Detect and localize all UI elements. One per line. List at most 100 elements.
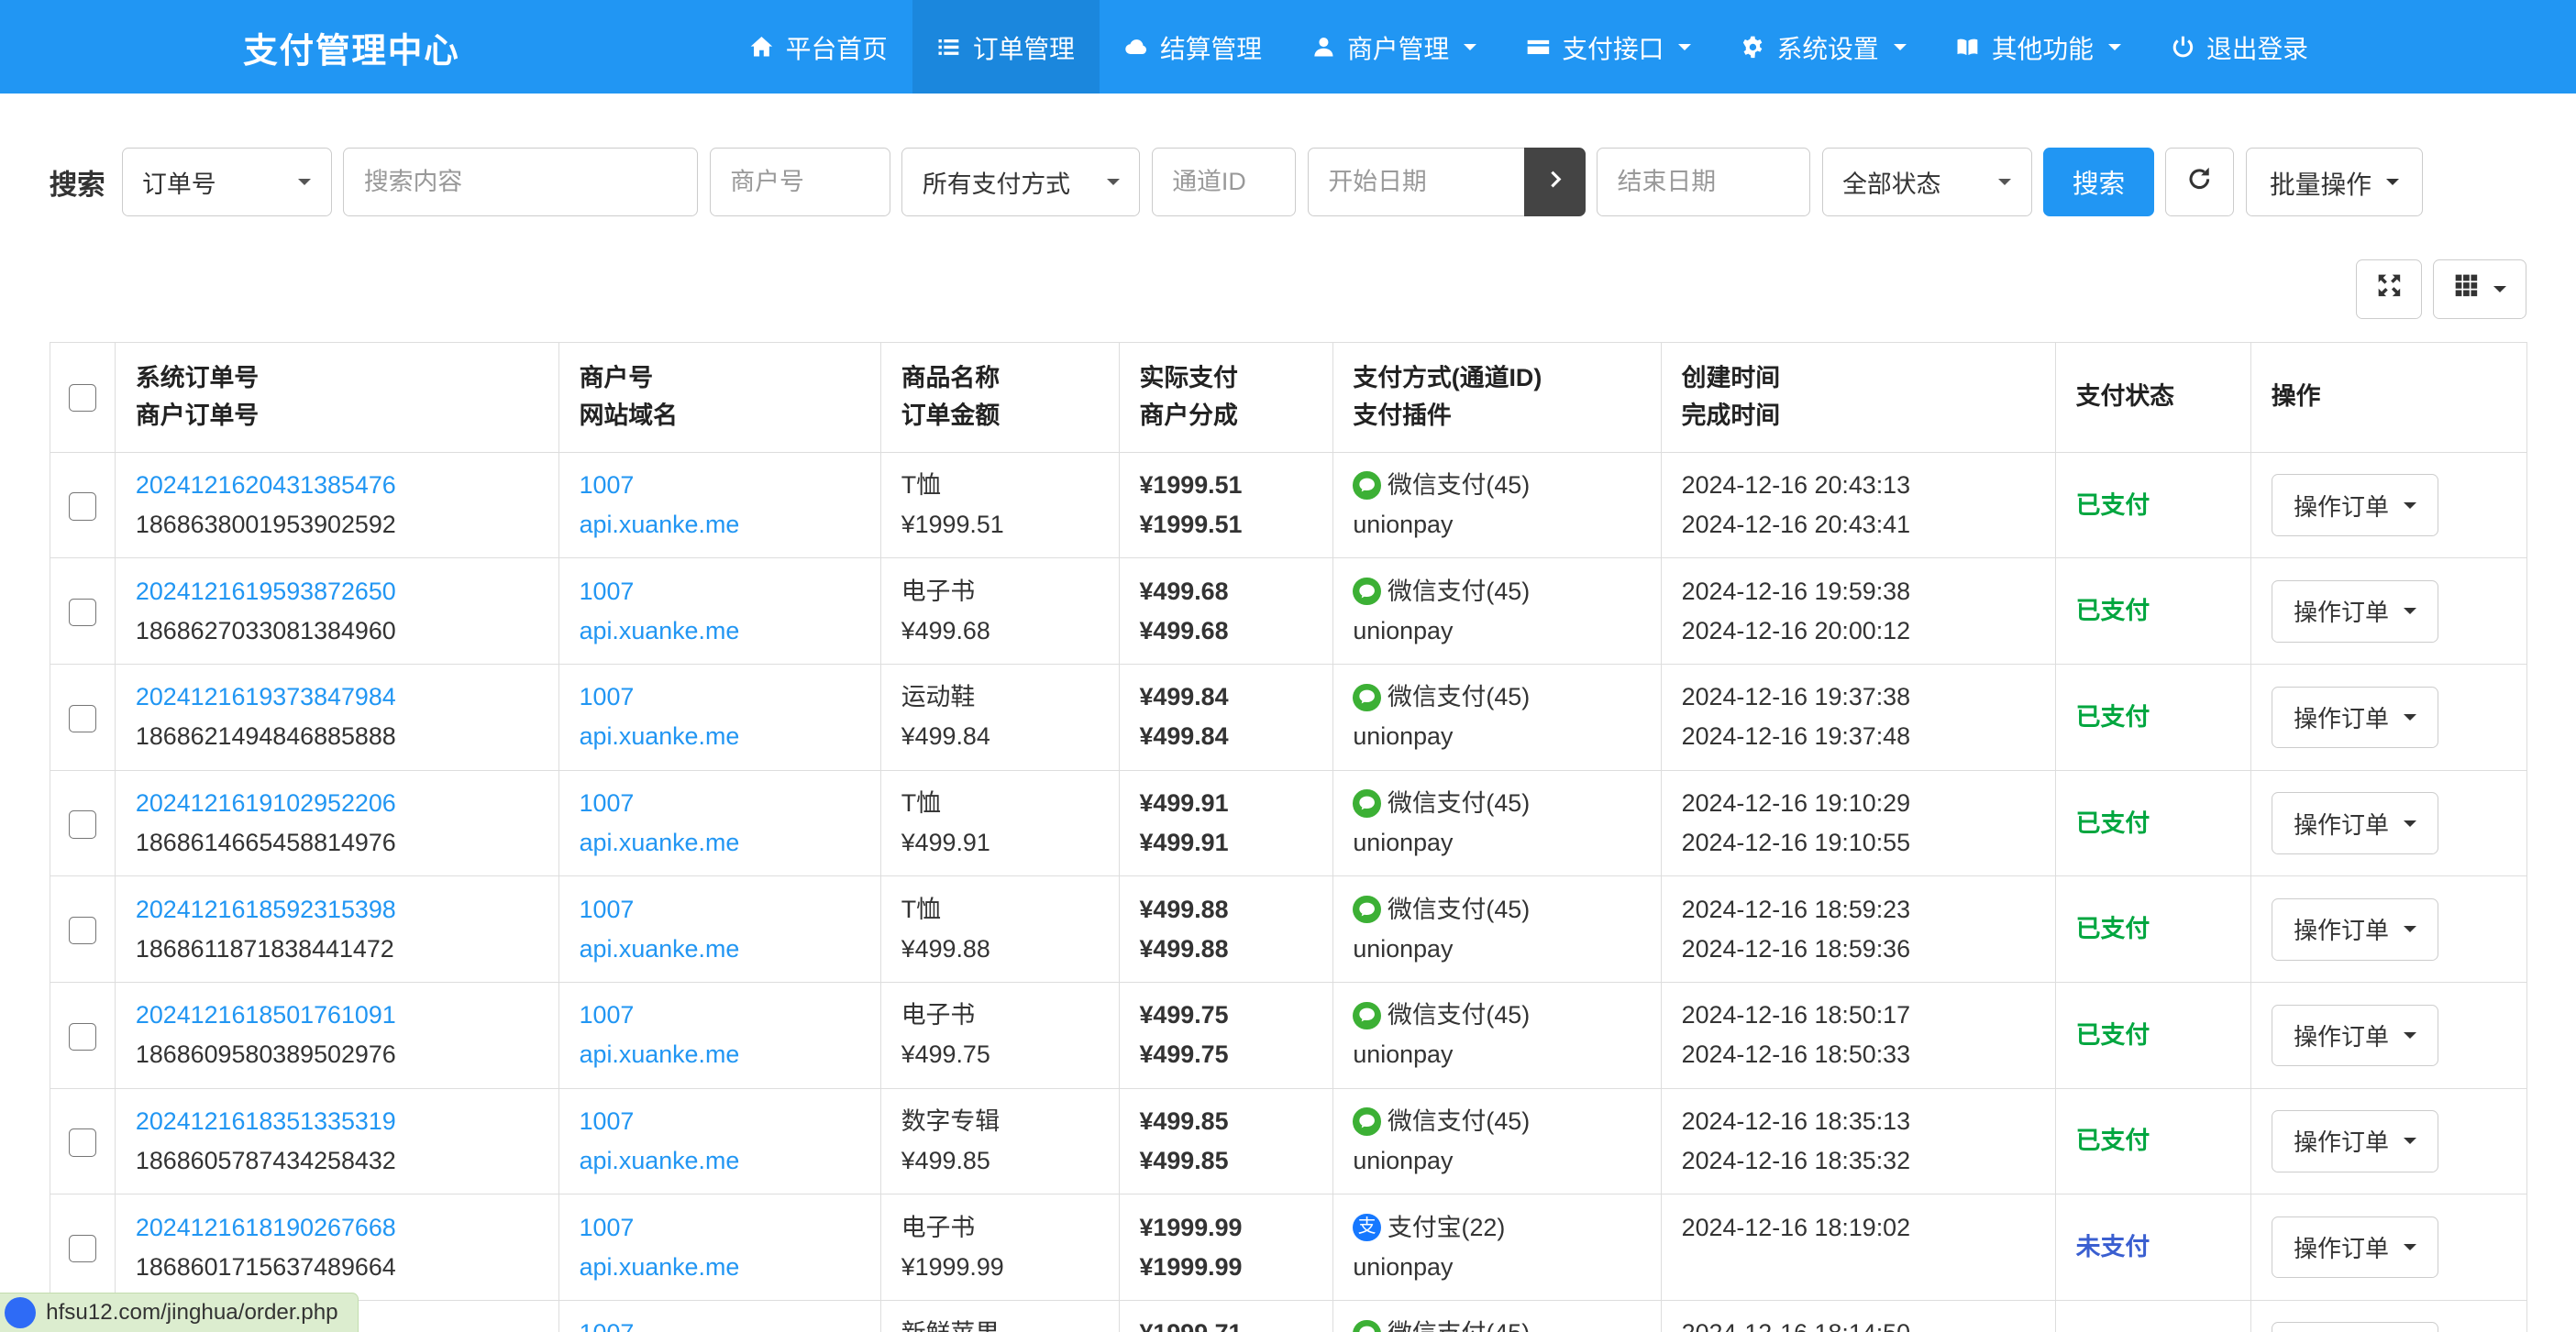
merchant-id-link[interactable]: 1007 [580,1214,635,1241]
domain-link[interactable]: api.xuanke.me [580,617,740,644]
merchant-id-link[interactable]: 1007 [580,471,635,499]
caret-down-icon [1894,44,1907,50]
nav-item-logout[interactable]: 退出登录 [2146,0,2333,94]
merchant-order-number: 1868627033081384960 [136,611,539,651]
order-action-button[interactable]: 操作订单 [2272,687,2439,749]
search-keyword-input[interactable] [343,148,698,216]
pay-method-select[interactable]: 所有支付方式 [901,148,1140,216]
start-date-input[interactable] [1308,148,1524,216]
created-time: 2024-12-16 19:59:38 [1682,572,2036,611]
nav-item-settings[interactable]: 系统设置 [1716,0,1930,94]
channel-id-input[interactable] [1152,148,1297,216]
order-action-button[interactable]: 操作订单 [2272,898,2439,961]
merchant-id-link[interactable]: 1007 [580,1001,635,1029]
status-badge: 已支付 [2076,1021,2150,1049]
caret-down-icon [2404,502,2416,509]
date-range-arrow-button[interactable] [1524,148,1585,216]
paid-amount: ¥499.85 [1139,1102,1312,1141]
chat-widget-icon[interactable] [5,1297,36,1328]
end-date-input[interactable] [1597,148,1810,216]
wechat-pay-icon [1353,578,1380,605]
merchant-share: ¥1999.99 [1139,1248,1312,1287]
system-order-link[interactable]: 2024121618501761091 [136,1001,396,1029]
cloud-icon [1124,35,1149,60]
domain-link[interactable]: api.xuanke.me [580,1253,740,1281]
order-action-button[interactable]: 操作订单 [2272,1216,2439,1279]
system-order-link[interactable]: 2024121620431385476 [136,471,396,499]
system-order-link[interactable]: 2024121619593872650 [136,578,396,605]
search-label: 搜索 [50,162,105,203]
nav-item-label: 支付接口 [1562,28,1664,65]
merchant-id-link[interactable]: 1007 [580,896,635,923]
columns-button[interactable] [2433,259,2526,318]
domain-link[interactable]: api.xuanke.me [580,722,740,750]
row-checkbox[interactable] [69,599,96,626]
merchant-id-input[interactable] [710,148,890,216]
table-row: 1007 新鲜苹果 ¥1999.71 微信支付(45) 2024-12-16 1… [50,1300,2527,1331]
order-action-label: 操作订单 [2294,1124,2389,1158]
nav-item-label: 退出登录 [2206,28,2308,65]
system-order-link[interactable]: 2024121619102952206 [136,789,396,817]
order-action-button[interactable]: 操作订单 [2272,1110,2439,1172]
card-icon [1526,35,1551,60]
domain-link[interactable]: api.xuanke.me [580,1040,740,1068]
search-button[interactable]: 搜索 [2043,148,2153,216]
row-checkbox[interactable] [69,705,96,732]
row-checkbox[interactable] [69,1023,96,1051]
domain-link[interactable]: api.xuanke.me [580,1147,740,1174]
refresh-button[interactable] [2165,148,2234,216]
order-action-button[interactable]: 操作订单 [2272,1322,2439,1331]
merchant-id-link[interactable]: 1007 [580,1107,635,1135]
home-icon [749,35,774,60]
merchant-share: ¥499.75 [1139,1035,1312,1074]
domain-link[interactable]: api.xuanke.me [580,935,740,963]
bulk-actions-button[interactable]: 批量操作 [2246,148,2423,216]
system-order-link[interactable]: 2024121619373847984 [136,683,396,710]
fullscreen-button[interactable] [2356,259,2422,318]
domain-link[interactable]: api.xuanke.me [580,829,740,856]
pay-plugin: unionpay [1353,930,1641,969]
nav-item-settlement[interactable]: 结算管理 [1100,0,1287,94]
order-action-button[interactable]: 操作订单 [2272,580,2439,643]
caret-down-icon [2404,1244,2416,1250]
order-amount: ¥1999.51 [901,505,1100,545]
nav-item-orders[interactable]: 订单管理 [912,0,1100,94]
nav-item-misc[interactable]: 其他功能 [1931,0,2146,94]
col-header-merchant: 商户号网站域名 [559,342,881,452]
status-badge: 已支付 [2076,1127,2150,1154]
merchant-id-link[interactable]: 1007 [580,789,635,817]
row-checkbox[interactable] [69,917,96,944]
nav-item-merchants[interactable]: 商户管理 [1287,0,1501,94]
table-toolbar [0,259,2526,318]
order-action-label: 操作订单 [2294,1230,2389,1264]
merchant-id-link[interactable]: 1007 [580,578,635,605]
row-checkbox[interactable] [69,492,96,520]
col-header-time: 创建时间完成时间 [1662,342,2056,452]
order-action-button[interactable]: 操作订单 [2272,474,2439,536]
search-type-select[interactable]: 订单号 [122,148,332,216]
order-action-button[interactable]: 操作订单 [2272,1005,2439,1067]
system-order-link[interactable]: 2024121618351335319 [136,1107,396,1135]
status-badge: 已支付 [2076,809,2150,837]
nav-item-pay-api[interactable]: 支付接口 [1501,0,1716,94]
system-order-link[interactable]: 2024121618190267668 [136,1214,396,1241]
select-all-checkbox[interactable] [69,384,96,412]
row-checkbox[interactable] [69,810,96,838]
merchant-id-link[interactable]: 1007 [580,683,635,710]
row-checkbox[interactable] [69,1235,96,1262]
merchant-id-link[interactable]: 1007 [580,1319,635,1332]
order-amount: ¥499.75 [901,1035,1100,1074]
row-checkbox[interactable] [69,1128,96,1156]
order-action-button[interactable]: 操作订单 [2272,792,2439,854]
product-name: 电子书 [901,996,1100,1035]
power-icon [2171,35,2195,60]
col-header-product: 商品名称订单金额 [881,342,1120,452]
status-select[interactable]: 全部状态 [1822,148,2032,216]
nav-item-home[interactable]: 平台首页 [724,0,912,94]
pay-method-name: 微信支付(45) [1388,466,1530,505]
caret-down-icon [2404,1138,2416,1144]
domain-link[interactable]: api.xuanke.me [580,511,740,538]
product-name: T恤 [901,784,1100,823]
pay-method-value: 所有支付方式 [923,164,1070,200]
system-order-link[interactable]: 2024121618592315398 [136,896,396,923]
